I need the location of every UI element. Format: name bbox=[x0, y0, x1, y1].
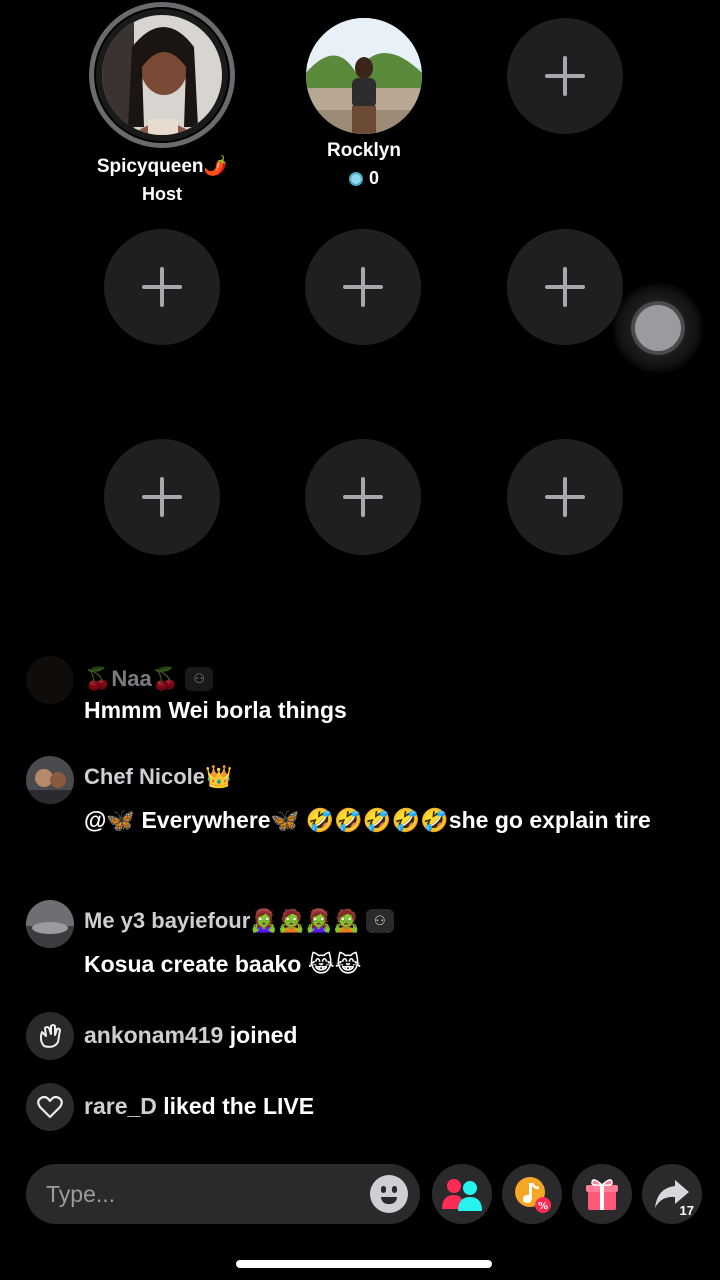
svg-text:%: % bbox=[538, 1201, 548, 1212]
empty-seat-2[interactable] bbox=[104, 229, 220, 345]
host-role: Host bbox=[142, 184, 182, 204]
assistive-touch-button[interactable] bbox=[612, 282, 704, 374]
comment-placeholder: Type... bbox=[46, 1180, 116, 1207]
emoji-icon[interactable] bbox=[370, 1175, 408, 1213]
chat-username[interactable]: 🍒Naa🍒 ⚇ bbox=[84, 666, 214, 692]
host-name: Spicyqueen🌶️ bbox=[96, 156, 228, 177]
empty-seat-4[interactable] bbox=[507, 229, 623, 345]
empty-seat-1[interactable] bbox=[507, 18, 623, 134]
multi-guest-icon bbox=[442, 1179, 482, 1211]
chat-message: Kosua create baako 😹😹 bbox=[84, 951, 362, 977]
plus-icon bbox=[142, 267, 182, 307]
gift-icon bbox=[586, 1179, 618, 1210]
plus-icon bbox=[545, 56, 585, 96]
empty-seat-7[interactable] bbox=[507, 439, 623, 555]
home-indicator[interactable] bbox=[236, 1260, 492, 1268]
host-tile[interactable]: Spicyqueen🌶️ Host bbox=[62, 2, 262, 205]
plus-icon bbox=[545, 267, 585, 307]
empty-seat-3[interactable] bbox=[305, 229, 421, 345]
chat-item: Me y3 bayiefour🧟‍♀️🧟🧟‍♀️🧟 ⚇ Kosua create… bbox=[0, 900, 720, 990]
chat-item: Chef Nicole👑 @🦋 Everywhere🦋 🤣🤣🤣🤣🤣she go … bbox=[0, 756, 720, 876]
like-event-text: rare_D liked the LIVE bbox=[84, 1093, 314, 1120]
guest-tile-rocklyn[interactable]: Rocklyn 0 bbox=[264, 18, 464, 189]
guest-coins: 0 bbox=[264, 168, 464, 189]
event-action: liked the LIVE bbox=[163, 1093, 315, 1119]
guest-avatar bbox=[306, 18, 422, 134]
chat-message: Hmmm Wei borla things bbox=[84, 697, 347, 723]
empty-seat-5[interactable] bbox=[104, 439, 220, 555]
host-avatar bbox=[89, 2, 235, 148]
empty-seat-6[interactable] bbox=[305, 439, 421, 555]
promote-button[interactable]: % bbox=[502, 1164, 562, 1224]
event-username[interactable]: rare_D bbox=[84, 1093, 157, 1119]
coin-icon bbox=[348, 171, 363, 186]
share-count: 17 bbox=[679, 1203, 694, 1218]
avatar[interactable] bbox=[26, 756, 74, 804]
comment-input[interactable]: Type... bbox=[26, 1164, 420, 1224]
promote-icon: % bbox=[515, 1177, 551, 1213]
plus-icon bbox=[545, 477, 585, 517]
plus-icon bbox=[142, 477, 182, 517]
join-event-text: ankonam419 joined bbox=[84, 1022, 297, 1049]
plus-icon bbox=[343, 267, 383, 307]
event-username[interactable]: ankonam419 bbox=[84, 1022, 223, 1048]
chat-username[interactable]: Me y3 bayiefour🧟‍♀️🧟🧟‍♀️🧟 ⚇ bbox=[84, 908, 394, 934]
plus-icon bbox=[343, 477, 383, 517]
chat-item: 🍒Naa🍒 ⚇ Hmmm Wei borla things bbox=[0, 656, 720, 726]
join-event: ankonam419 joined bbox=[0, 1012, 720, 1062]
team-badge-icon: ⚇ bbox=[365, 909, 394, 933]
event-action: joined bbox=[229, 1022, 298, 1048]
avatar[interactable] bbox=[26, 900, 74, 948]
chat-message: @🦋 Everywhere🦋 🤣🤣🤣🤣🤣she go explain tire bbox=[84, 807, 651, 833]
gift-button[interactable] bbox=[572, 1164, 632, 1224]
guests-button[interactable] bbox=[432, 1164, 492, 1224]
heart-icon bbox=[26, 1083, 74, 1131]
team-badge-icon: ⚇ bbox=[185, 667, 214, 691]
like-event: rare_D liked the LIVE bbox=[0, 1083, 720, 1133]
chat-username[interactable]: Chef Nicole👑 bbox=[84, 764, 232, 790]
share-button[interactable]: 17 bbox=[642, 1164, 702, 1224]
wave-icon bbox=[26, 1012, 74, 1060]
avatar[interactable] bbox=[26, 656, 74, 704]
guest-name: Rocklyn bbox=[327, 140, 401, 161]
